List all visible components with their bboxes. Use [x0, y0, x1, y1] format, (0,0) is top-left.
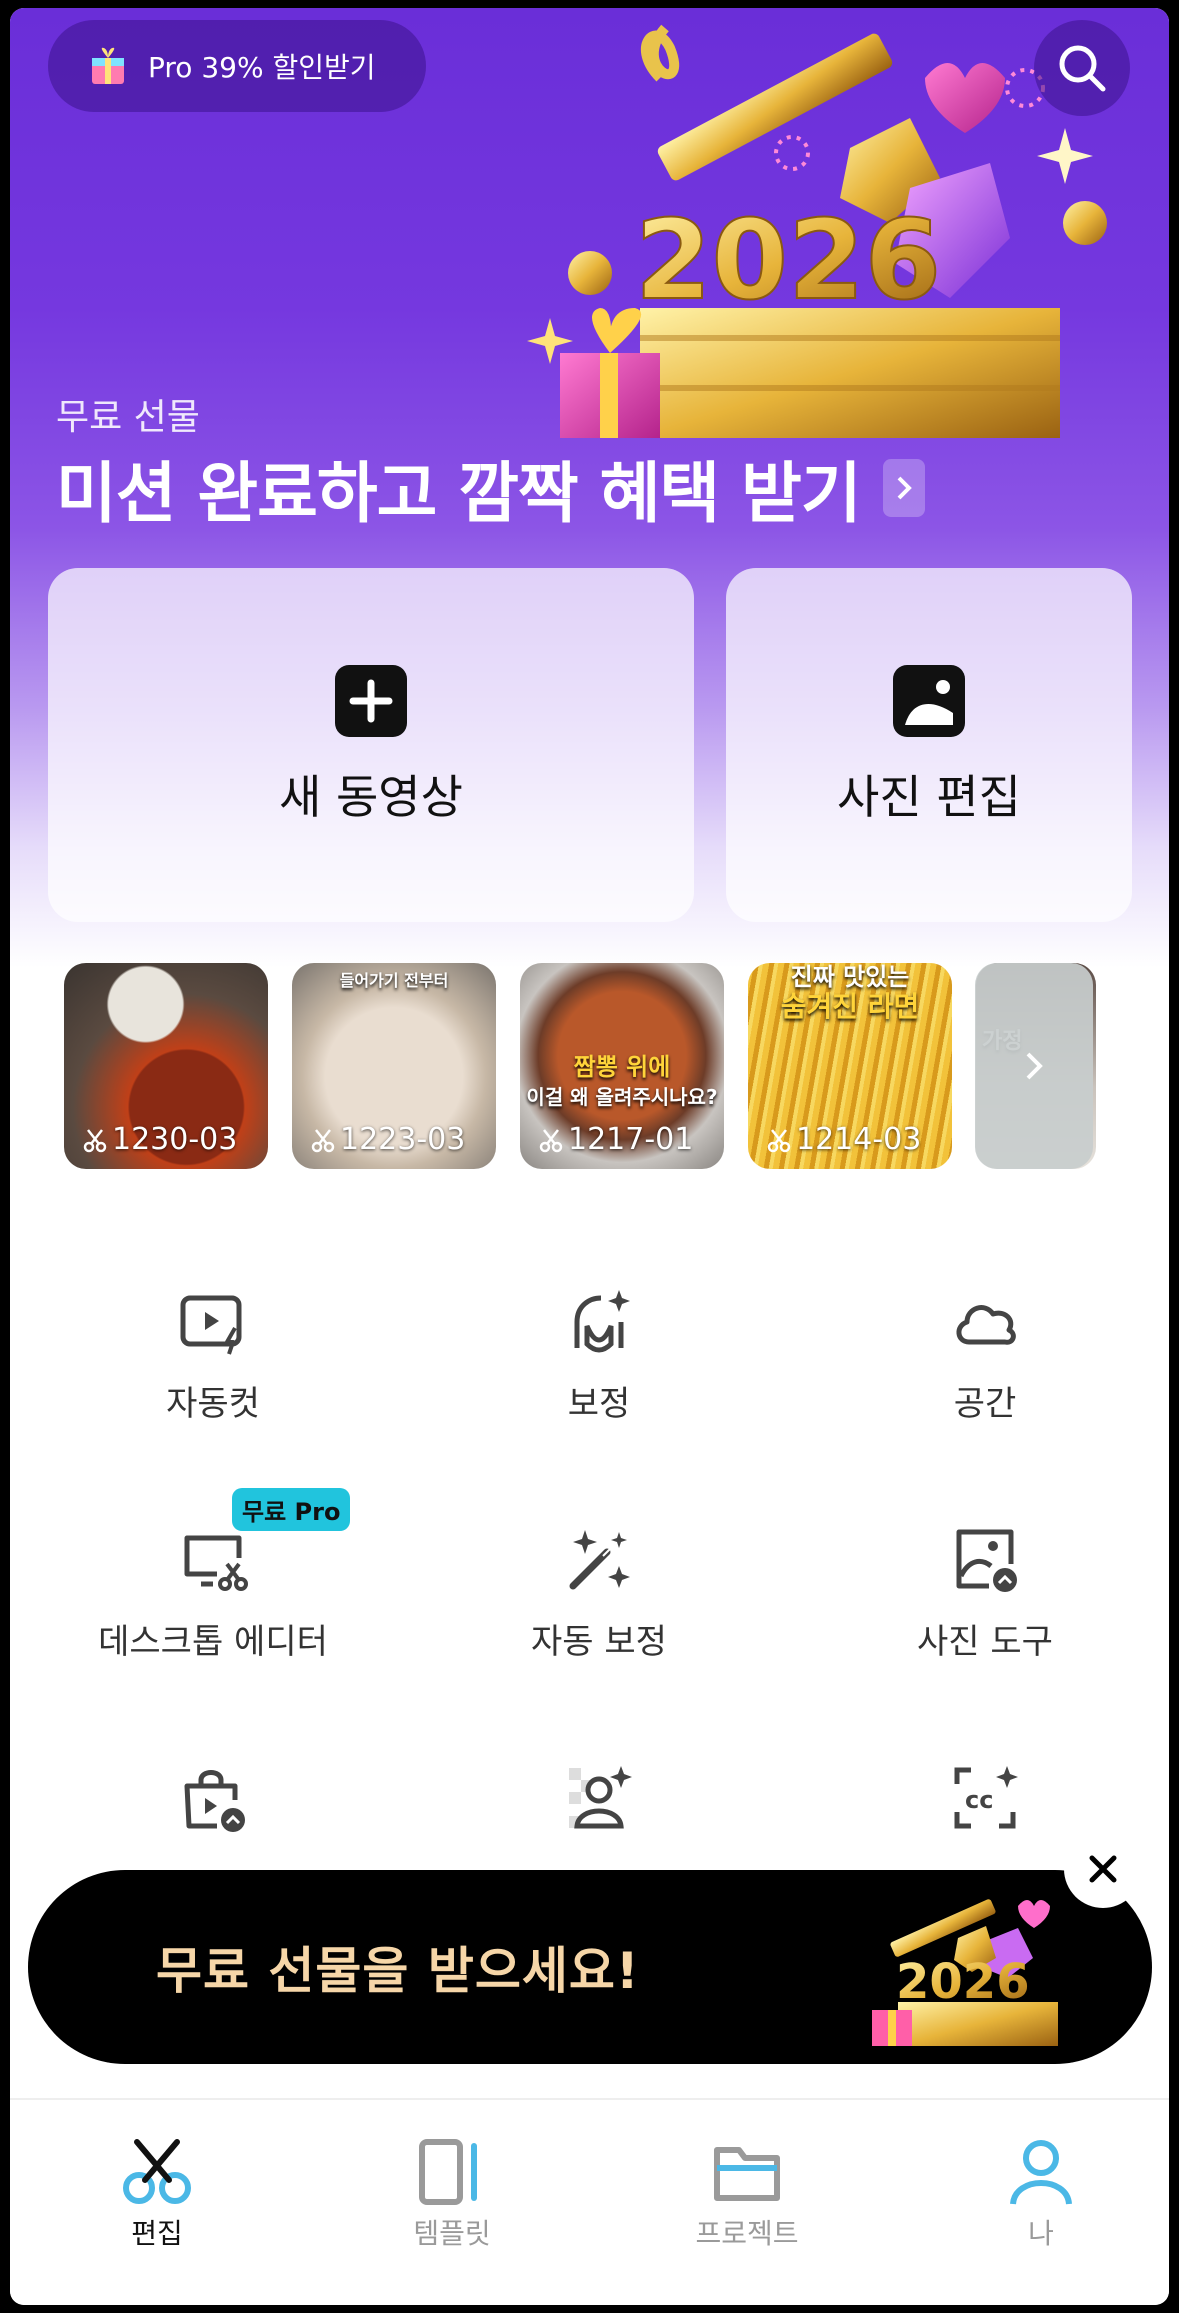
banner-art-year: 2026 — [896, 1954, 1030, 2010]
app-screen: 2026 Pro 39% 할인받기 무료 선물 미션 완료하고 깜짝 혜택 받기… — [10, 8, 1169, 2305]
draft-label: 1223-03 — [310, 1122, 465, 1157]
draft-thumbnail[interactable]: 진짜 맛있는 숨겨진 라면 1214-03 — [748, 963, 952, 1169]
cloud-icon — [956, 1305, 1016, 1345]
retouch-icon — [574, 1290, 630, 1353]
more-drafts-button[interactable] — [975, 963, 1093, 1169]
hero-title: 미션 완료하고 깜짝 혜택 받기 — [56, 455, 862, 532]
new-video-label: 새 동영상 — [279, 770, 463, 824]
person-cutout-icon — [569, 1766, 632, 1829]
tab-templates[interactable]: 템플릿 — [352, 2136, 552, 2252]
auto-captions-icon: cc — [954, 1766, 1018, 1829]
draft-thumbnail[interactable]: 1230-03 — [64, 963, 268, 1169]
tool-autocut[interactable]: 자동컷 — [20, 1286, 406, 1436]
draft-label: 1230-03 — [82, 1122, 237, 1157]
svg-text:cc: cc — [965, 1786, 993, 1814]
scissors-icon — [123, 2139, 191, 2204]
shopping-bag-icon — [184, 1770, 245, 1832]
gift-illustration: 2026 — [872, 1899, 1058, 2046]
pro-discount-label: Pro 39% 할인받기 — [148, 51, 376, 84]
photo-edit-button[interactable]: 사진 편집 — [726, 568, 1132, 922]
search-button[interactable] — [1034, 20, 1130, 116]
scissors-icon — [311, 1128, 335, 1152]
draft-caption: 들어가기 전부터 — [339, 971, 449, 990]
hero-art-year: 2026 — [635, 196, 941, 324]
draft-label: 1214-03 — [766, 1122, 921, 1157]
chevron-right-icon — [1026, 1052, 1043, 1080]
tool-label: 자동 보정 — [531, 1622, 667, 1662]
close-banner-button[interactable] — [1064, 1830, 1142, 1908]
image-icon — [893, 665, 965, 737]
profile-icon — [1010, 2140, 1072, 2205]
tab-label: 나 — [1028, 2217, 1054, 2250]
tool-photo-tools[interactable]: 사진 도구 — [792, 1524, 1169, 1674]
template-icon — [419, 2139, 477, 2205]
folder-icon — [714, 2147, 780, 2201]
scissors-icon — [83, 1128, 107, 1152]
draft-caption: 짬뽕 위에 — [573, 1053, 671, 1081]
tool-retouch[interactable]: 보정 — [406, 1286, 792, 1436]
pro-discount-button[interactable]: Pro 39% 할인받기 — [48, 20, 426, 112]
tool-desktop-editor[interactable]: 데스크톱 에디터 — [20, 1524, 406, 1674]
tool-space[interactable]: 공간 — [792, 1286, 1169, 1436]
desktop-editor-icon — [184, 1535, 248, 1591]
mission-banner-link[interactable]: 미션 완료하고 깜짝 혜택 받기 — [56, 440, 925, 536]
draft-thumbnail[interactable]: 짬뽕 위에 이걸 왜 올려주시나요? 1217-01 — [520, 963, 724, 1169]
free-gift-banner[interactable]: 무료 선물을 받으세요! 2026 — [28, 1870, 1152, 2064]
tab-edit[interactable]: 편집 — [57, 2136, 257, 2252]
photo-edit-label: 사진 편집 — [837, 770, 1021, 824]
scissors-icon — [539, 1128, 563, 1152]
tab-me[interactable]: 나 — [941, 2136, 1141, 2252]
free-gift-banner-text: 무료 선물을 받으세요! — [156, 1942, 640, 2000]
scissors-icon — [767, 1128, 791, 1152]
gift-box-icon — [92, 47, 124, 84]
tab-projects[interactable]: 프로젝트 — [647, 2136, 847, 2252]
hero-subtitle: 무료 선물 — [56, 397, 200, 438]
draft-thumbnail[interactable]: 들어가기 전부터 1223-03 — [292, 963, 496, 1169]
tab-label: 프로젝트 — [695, 2217, 799, 2250]
tool-auto-enhance[interactable]: 자동 보정 — [406, 1524, 792, 1674]
photo-tools-icon — [956, 1529, 1017, 1592]
autocut-icon — [180, 1295, 242, 1355]
search-icon — [1059, 45, 1106, 92]
new-video-button[interactable]: 새 동영상 — [48, 568, 694, 922]
bottom-tab-bar: 편집 템플릿 프로젝트 나 — [10, 2098, 1169, 2305]
tool-label: 공간 — [953, 1384, 1017, 1424]
close-icon — [1089, 1855, 1117, 1883]
chevron-right-icon — [882, 459, 925, 517]
hero-section: 2026 Pro 39% 할인받기 무료 선물 미션 완료하고 깜짝 혜택 받기… — [10, 8, 1169, 1008]
tool-label: 사진 도구 — [917, 1622, 1053, 1662]
tool-label: 보정 — [567, 1384, 631, 1424]
tool-label: 자동컷 — [166, 1384, 260, 1424]
tool-label: 데스크톱 에디터 — [98, 1622, 328, 1662]
tab-label: 템플릿 — [413, 2217, 491, 2250]
plus-icon — [335, 665, 407, 737]
draft-caption-2: 숨겨진 라면 — [780, 990, 920, 1023]
tab-label: 편집 — [131, 2217, 183, 2250]
draft-label: 1217-01 — [538, 1122, 693, 1157]
magic-wand-icon — [569, 1530, 630, 1590]
draft-caption-2: 이걸 왜 올려주시나요? — [526, 1085, 718, 1109]
